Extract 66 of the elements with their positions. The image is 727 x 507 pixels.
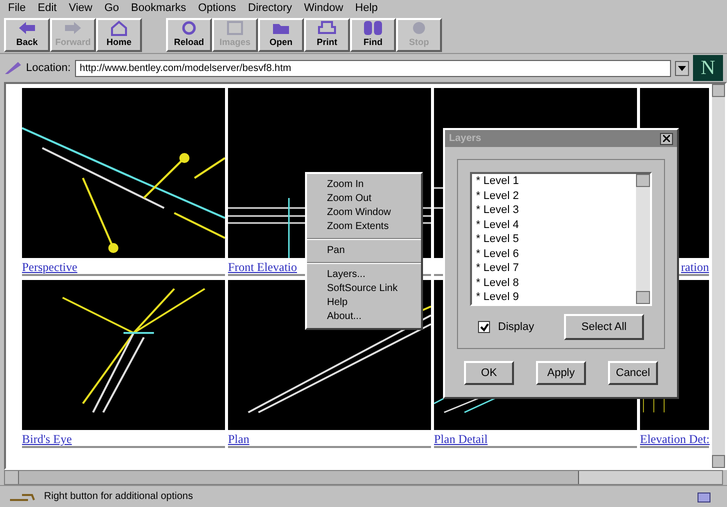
menu-item[interactable]: SoftSource Link: [307, 282, 421, 296]
toolbar-button[interactable]: Print: [304, 18, 350, 52]
level-item[interactable]: * Level 5: [476, 232, 636, 246]
menu-item[interactable]: File: [8, 0, 26, 16]
view-link[interactable]: ration: [681, 258, 709, 274]
menu-item[interactable]: Edit: [38, 0, 57, 16]
level-item[interactable]: * Level 2: [476, 188, 636, 203]
logo: N: [693, 55, 723, 81]
close-button[interactable]: [660, 132, 673, 144]
view-link[interactable]: Elevation Det:: [640, 430, 710, 446]
toolbar-button[interactable]: Open: [258, 18, 304, 52]
status-text: Right button for additional options: [44, 490, 194, 504]
bookmark-icon: [4, 61, 22, 75]
dialog-button[interactable]: Apply: [536, 361, 586, 385]
printer-icon: [317, 20, 337, 36]
view-link[interactable]: Plan: [228, 430, 250, 446]
level-item[interactable]: * Level 3: [476, 203, 636, 218]
level-item[interactable]: * Level 4: [476, 218, 636, 232]
location-label: Location:: [26, 60, 71, 76]
view-link[interactable]: Front Elevatio: [228, 258, 297, 274]
vertical-scrollbar[interactable]: [712, 84, 725, 468]
select-all-button[interactable]: Select All: [564, 314, 644, 340]
images-icon: [225, 20, 245, 36]
toolbar-button[interactable]: Reload: [166, 18, 212, 52]
menu-item[interactable]: Zoom Extents: [307, 220, 421, 234]
menu-item[interactable]: Bookmarks: [131, 0, 186, 16]
location-field[interactable]: http://www.bentley.com/modelserver/besvf8.htm: [74, 60, 671, 76]
menu-item[interactable]: Window: [304, 0, 344, 16]
list-scrollbar[interactable]: [636, 174, 650, 304]
close-icon: [663, 135, 670, 142]
menu-item[interactable]: Zoom Out: [307, 192, 421, 206]
display-checkbox[interactable]: [478, 321, 490, 333]
menu-item[interactable]: Zoom In: [307, 178, 421, 192]
level-item[interactable]: * Level 9: [476, 290, 636, 304]
checkmark-icon: [480, 322, 488, 332]
menu-item[interactable]: Layers...: [307, 268, 421, 282]
toolbar-button[interactable]: Find: [350, 18, 396, 52]
menu-item[interactable]: View: [68, 0, 92, 16]
dialog-title: Layers: [449, 132, 482, 146]
level-item[interactable]: * Level 7: [476, 261, 636, 276]
toolbar-button[interactable]: Back: [4, 18, 50, 52]
house-icon: [109, 20, 129, 36]
dialog-button[interactable]: Cancel: [608, 361, 658, 385]
view-link[interactable]: Plan Detail: [434, 430, 488, 446]
menu-item[interactable]: Zoom Window: [307, 206, 421, 220]
level-item[interactable]: * Level 8: [476, 276, 636, 290]
arrow-right-icon: [63, 20, 83, 36]
checkbox-label: Display: [498, 320, 534, 335]
level-item[interactable]: * Level 1: [476, 174, 636, 188]
caret-icon: [678, 66, 686, 70]
menu-item[interactable]: Help: [355, 0, 378, 16]
dropdown-button[interactable]: [675, 60, 689, 76]
menu-item[interactable]: Pan: [307, 244, 421, 258]
menu-item[interactable]: About...: [307, 310, 421, 324]
view-link[interactable]: Bird's Eye: [22, 430, 72, 446]
binoculars-icon: [363, 20, 383, 36]
toolbar-button[interactable]: Home: [96, 18, 142, 52]
menu-item[interactable]: Go: [104, 0, 120, 16]
dialog-button[interactable]: OK: [464, 361, 514, 385]
menu-item[interactable]: Directory: [248, 0, 292, 16]
arrow-left-icon: [17, 20, 37, 36]
menu-item[interactable]: Help: [307, 296, 421, 310]
menu-item[interactable]: Options: [198, 0, 236, 16]
level-item[interactable]: * Level 6: [476, 246, 636, 261]
view-link[interactable]: Perspective: [22, 258, 78, 274]
horizontal-scrollbar[interactable]: [4, 470, 723, 485]
